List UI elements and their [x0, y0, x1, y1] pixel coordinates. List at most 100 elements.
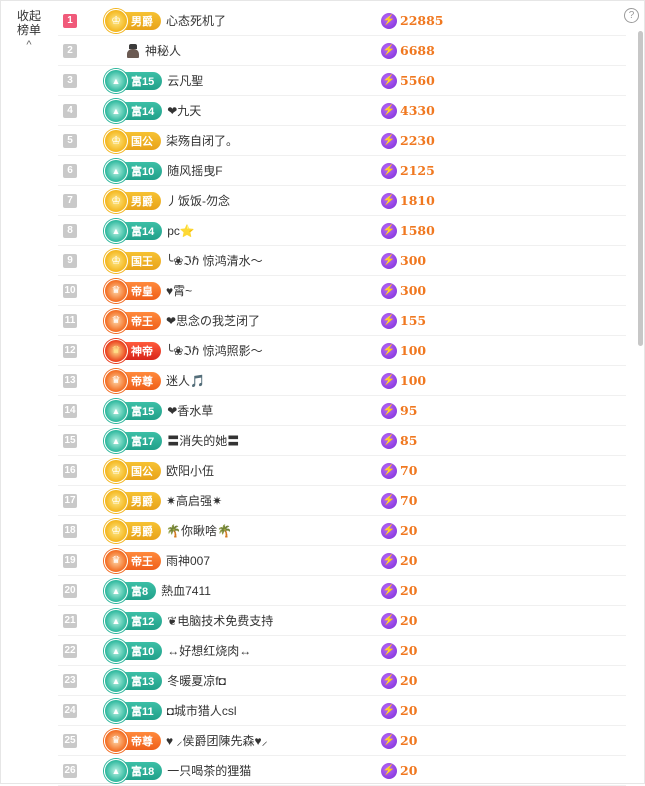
user-name[interactable]: ❤思念の我芝闭了: [166, 312, 260, 329]
user-name[interactable]: 心态死机了: [166, 12, 226, 29]
rank-number: 3: [63, 73, 77, 88]
rank-number: 8: [63, 223, 77, 238]
badge-emblem-icon: [104, 128, 128, 153]
user-name[interactable]: ↔好想红烧肉↔: [167, 642, 251, 659]
score-value: 95: [400, 403, 418, 418]
list-item[interactable]: 7 男爵丿饭饭-勿念 ⚡1810: [58, 186, 626, 216]
list-item[interactable]: 5 国公柒殇自闭了。 ⚡2230: [58, 126, 626, 156]
list-item[interactable]: 14 富15 ❤香水草 ⚡95: [58, 396, 626, 426]
list-item[interactable]: 21 富12 ❦电脑技术免费支持 ⚡20: [58, 606, 626, 636]
list-item[interactable]: 9 国王 ╰❀ℑℏ 惊鸿清水～ ⚡300: [58, 246, 626, 276]
user-name[interactable]: ╰❀ℑℏ 惊鸿清水～: [166, 252, 263, 269]
rank-number: 2: [63, 43, 77, 58]
badge-emblem-icon: [104, 368, 128, 393]
contribution-score: ⚡ 100: [381, 342, 426, 359]
lightning-coin-icon: ⚡: [381, 402, 397, 419]
list-item[interactable]: 6 富10 随风摇曳F ⚡2125: [58, 156, 626, 186]
user-name[interactable]: 随风摇曳F: [167, 162, 222, 179]
contribution-score: ⚡ 1810: [381, 192, 435, 209]
user-name[interactable]: ✷高启强✷: [166, 492, 222, 509]
list-item[interactable]: 24 富11 ◘城市猎人csl ⚡20: [58, 696, 626, 726]
rank-number: 12: [63, 343, 77, 358]
list-item[interactable]: 1 男爵心态死机了 ⚡22885: [58, 6, 626, 36]
rank-number: 11: [63, 313, 77, 328]
user-name[interactable]: 🌴你瞅啥🌴: [166, 522, 232, 539]
list-item[interactable]: 11 帝王 ❤思念の我芝闭了 ⚡155: [58, 306, 626, 336]
user-name[interactable]: 迷人🎵: [166, 372, 205, 389]
user-name[interactable]: 冬暖夏凉f◘: [167, 672, 226, 689]
user-name[interactable]: 一只喝茶的狸猫: [167, 762, 251, 779]
level-badge: 帝尊: [104, 728, 161, 753]
score-value: 70: [400, 463, 418, 478]
user-name[interactable]: ❤香水草: [167, 402, 213, 419]
user-name[interactable]: 云凡聖: [167, 72, 203, 89]
lightning-coin-icon: ⚡: [381, 222, 397, 239]
list-item[interactable]: 18 男爵 🌴你瞅啥🌴 ⚡20: [58, 516, 626, 546]
badge-label: 男爵: [131, 495, 153, 508]
list-item[interactable]: 23 富13 冬暖夏凉f◘ ⚡20: [58, 666, 626, 696]
user-name[interactable]: 丿饭饭-勿念: [166, 192, 230, 209]
level-badge: 富8: [104, 578, 157, 603]
lightning-coin-icon: ⚡: [381, 192, 397, 209]
badge-label: 国公: [131, 465, 153, 478]
score-value: 2230: [400, 133, 435, 148]
user-name[interactable]: 欧阳小伍: [166, 462, 214, 479]
lightning-coin-icon: ⚡: [381, 312, 397, 329]
score-value: 2125: [400, 163, 435, 178]
contribution-score: ⚡ 100: [381, 372, 426, 389]
list-item[interactable]: 19 帝王雨神007 ⚡20: [58, 546, 626, 576]
contribution-score: ⚡ 20: [381, 612, 417, 629]
user-name[interactable]: ♥霄~: [166, 282, 192, 299]
collapse-label-line1: 收起: [16, 9, 41, 23]
user-name[interactable]: 〓消失的她〓: [167, 432, 239, 449]
list-item[interactable]: 12 神帝 ╰❀ℑℏ 惊鸿照影～ ⚡100: [58, 336, 626, 366]
list-item[interactable]: 4 富14 ❤九天 ⚡4330: [58, 96, 626, 126]
list-item[interactable]: 22 富10 ↔好想红烧肉↔ ⚡20: [58, 636, 626, 666]
user-name[interactable]: pc⭐: [167, 224, 195, 238]
badge-emblem-icon: [104, 308, 128, 333]
scrollbar-thumb[interactable]: [638, 31, 643, 346]
help-icon[interactable]: ?: [624, 8, 639, 23]
list-item[interactable]: 25 帝尊 ♥ ⸝侯爵团陳先森♥⸝ ⚡20: [58, 726, 626, 756]
score-value: 20: [400, 763, 418, 778]
badge-label: 帝王: [131, 555, 153, 568]
level-badge: 富14: [104, 218, 163, 243]
user-name[interactable]: ❦电脑技术免费支持: [167, 612, 273, 629]
lightning-coin-icon: ⚡: [381, 732, 397, 749]
list-item[interactable]: 3 富15 云凡聖 ⚡5560: [58, 66, 626, 96]
user-name[interactable]: ♥ ⸝侯爵团陳先森♥⸝: [166, 732, 268, 749]
badge-label: 富10: [131, 165, 155, 178]
score-value: 300: [400, 283, 427, 298]
list-item[interactable]: 10 帝皇 ♥霄~ ⚡300: [58, 276, 626, 306]
list-item[interactable]: 17 男爵 ✷高启强✷ ⚡70: [58, 486, 626, 516]
badge-emblem-icon: [104, 608, 128, 633]
user-name[interactable]: ╰❀ℑℏ 惊鸿照影～: [166, 342, 263, 359]
user-name[interactable]: ❤九天: [167, 102, 201, 119]
list-item[interactable]: 16 国公欧阳小伍 ⚡70: [58, 456, 626, 486]
user-name[interactable]: 柒殇自闭了。: [166, 132, 238, 149]
list-item[interactable]: 20富8熱血7411⚡20: [58, 576, 626, 606]
list-item[interactable]: 13 帝尊迷人🎵 ⚡100: [58, 366, 626, 396]
badge-emblem-icon: [104, 548, 128, 573]
list-item[interactable]: 26 富18 一只喝茶的狸猫 ⚡20: [58, 756, 626, 786]
level-badge: 男爵: [104, 8, 161, 33]
contribution-score: ⚡ 300: [381, 252, 426, 269]
rank-number: 4: [63, 103, 77, 118]
score-value: 4330: [400, 103, 435, 118]
collapse-leaderboard-button[interactable]: 收起 榜单 ^: [9, 9, 49, 52]
badge-label: 富11: [131, 705, 154, 718]
lightning-coin-icon: ⚡: [381, 612, 397, 629]
user-name[interactable]: 雨神007: [166, 552, 210, 569]
level-badge: 富15: [104, 68, 163, 93]
user-name[interactable]: ◘城市猎人csl: [167, 702, 237, 719]
badge-label: 男爵: [131, 195, 153, 208]
list-item[interactable]: 15 富17 〓消失的她〓 ⚡85: [58, 426, 626, 456]
list-item[interactable]: 8 富14 pc⭐ ⚡1580: [58, 216, 626, 246]
user-name[interactable]: 熱血7411: [161, 582, 211, 599]
badge-emblem-icon: [104, 8, 128, 33]
list-item[interactable]: 2 神秘人 ⚡ 6688: [58, 36, 626, 66]
rank-number: 17: [63, 493, 77, 508]
lightning-coin-icon: ⚡: [381, 492, 397, 509]
user-name[interactable]: 神秘人: [145, 42, 181, 59]
badge-emblem-icon: [104, 278, 128, 303]
